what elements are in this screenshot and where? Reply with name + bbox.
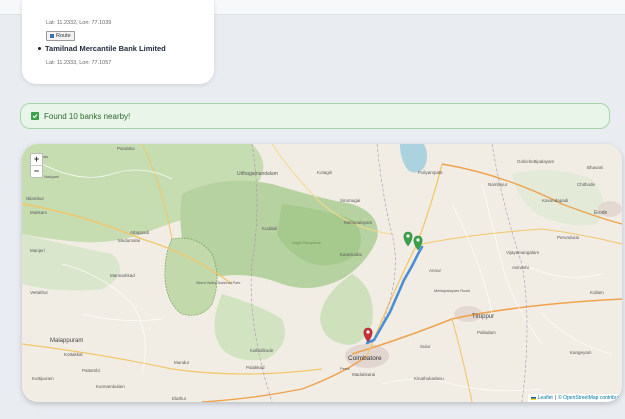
- map-place-label: Mannarkkad: [110, 273, 135, 278]
- route-icon: [50, 34, 54, 38]
- map-place-label: Nambiyur: [488, 182, 508, 187]
- alert-message: Found 10 banks nearby!: [44, 111, 131, 121]
- attribution-separator: |: [554, 395, 557, 401]
- map-place-label: Mettupalayam: [344, 220, 373, 225]
- map-place-label: Mukkam: [30, 210, 47, 215]
- map-place-label: Attappadi: [130, 230, 149, 235]
- zoom-in-button[interactable]: +: [31, 154, 42, 165]
- openstreetmap-link[interactable]: © OpenStreetMap contribut: [558, 395, 619, 401]
- zoom-control: + −: [30, 153, 43, 178]
- bank-coordinates: Lat: 11.2332, Lon: 77.1039: [46, 20, 112, 26]
- success-alert: Found 10 banks nearby!: [20, 103, 610, 129]
- map-place-label: Kuddali: [262, 226, 277, 231]
- map-place-label: Perundurai: [557, 235, 579, 240]
- map-place-label: Kalladikode: [250, 348, 274, 353]
- map-place-label: Chithode: [577, 182, 596, 187]
- leaflet-link[interactable]: Leaflet: [538, 395, 553, 401]
- map-place-label: Silent Valley National Park: [196, 281, 241, 285]
- checkmark-icon: [31, 112, 39, 120]
- map-place-label: Coimbatore: [348, 355, 382, 362]
- bank-list-panel: Lat: 11.2332, Lon: 77.1039 Route Tamilna…: [22, 0, 214, 84]
- map-place-label: Palladam: [477, 330, 496, 335]
- map-place-label: Kottakkal: [64, 352, 83, 357]
- map-place-label: Sirumugai: [340, 198, 360, 203]
- map-tiles[interactable]: Pandalur Erumadu Nadgani Udhagamandalam …: [22, 144, 622, 402]
- map-place-label: Sulur: [420, 344, 431, 349]
- map-place-label: Nadgani: [44, 174, 59, 179]
- map-place-label: Kuttipuram: [32, 376, 54, 381]
- map-place-label: Perur: [340, 366, 350, 371]
- map-place-label: Annur: [429, 268, 442, 273]
- map-place-label: Mudumalai: [118, 238, 140, 243]
- map-place-label: Kotagiri: [317, 170, 332, 175]
- map-place-label: Palakkad: [246, 365, 265, 370]
- bank-name: Tamilnad Mercantile Bank Limited: [45, 44, 166, 53]
- map-place-label: Malappuram: [50, 338, 83, 344]
- map-place-label: Mettupalayam Road: [434, 288, 470, 293]
- bank-coordinates: Lat: 11.2333, Lon: 77.1057: [46, 60, 112, 66]
- map-place-label: Kollam: [590, 290, 604, 295]
- map-place-label: Nilambur: [26, 196, 45, 201]
- map-place-label: Kinathukadavu: [414, 376, 444, 381]
- map-place-label: Madukkarai: [352, 372, 375, 377]
- map-place-label: Erode: [594, 210, 608, 216]
- map-place-label: Kunnamkulam: [96, 384, 125, 389]
- map-place-label: Tiruppur: [472, 314, 494, 320]
- map-place-label: Vijayamangalam: [506, 250, 539, 255]
- map-place-label: Kangeyam: [570, 350, 592, 355]
- map-place-label: Elathur: [172, 396, 187, 401]
- map-place-label: Bhavani: [587, 165, 603, 170]
- map-place-label: Vettathur: [30, 290, 49, 295]
- map-place-label: Puliyampatti: [418, 170, 443, 175]
- map-place-label: Pandalur: [117, 146, 136, 151]
- map-place-label: Mundur: [174, 360, 190, 365]
- route-button-label: Route: [56, 33, 71, 39]
- map-place-label: Karamadai: [340, 252, 362, 257]
- map-place-label: Pattambi: [82, 368, 100, 373]
- map-place-label: Nilgiri Biosphere: [292, 240, 322, 245]
- map-place-label: Avinashi: [512, 265, 529, 270]
- zoom-out-button[interactable]: −: [31, 165, 42, 177]
- map-place-label: Udhagamandalam: [237, 171, 278, 177]
- route-button[interactable]: Route: [46, 31, 75, 41]
- bank-list-item[interactable]: Tamilnad Mercantile Bank Limited: [38, 44, 166, 53]
- map-place-label: Kavundapadi: [542, 198, 568, 203]
- ukraine-flag-icon: [530, 396, 536, 400]
- map-place-label: Manjeri: [30, 248, 45, 253]
- map-place-label: Gobichettipalayam: [517, 159, 555, 164]
- bullet-icon: [38, 47, 41, 50]
- map-container[interactable]: Pandalur Erumadu Nadgani Udhagamandalam …: [22, 144, 622, 402]
- map-attribution: Leaflet | © OpenStreetMap contribut: [527, 394, 622, 402]
